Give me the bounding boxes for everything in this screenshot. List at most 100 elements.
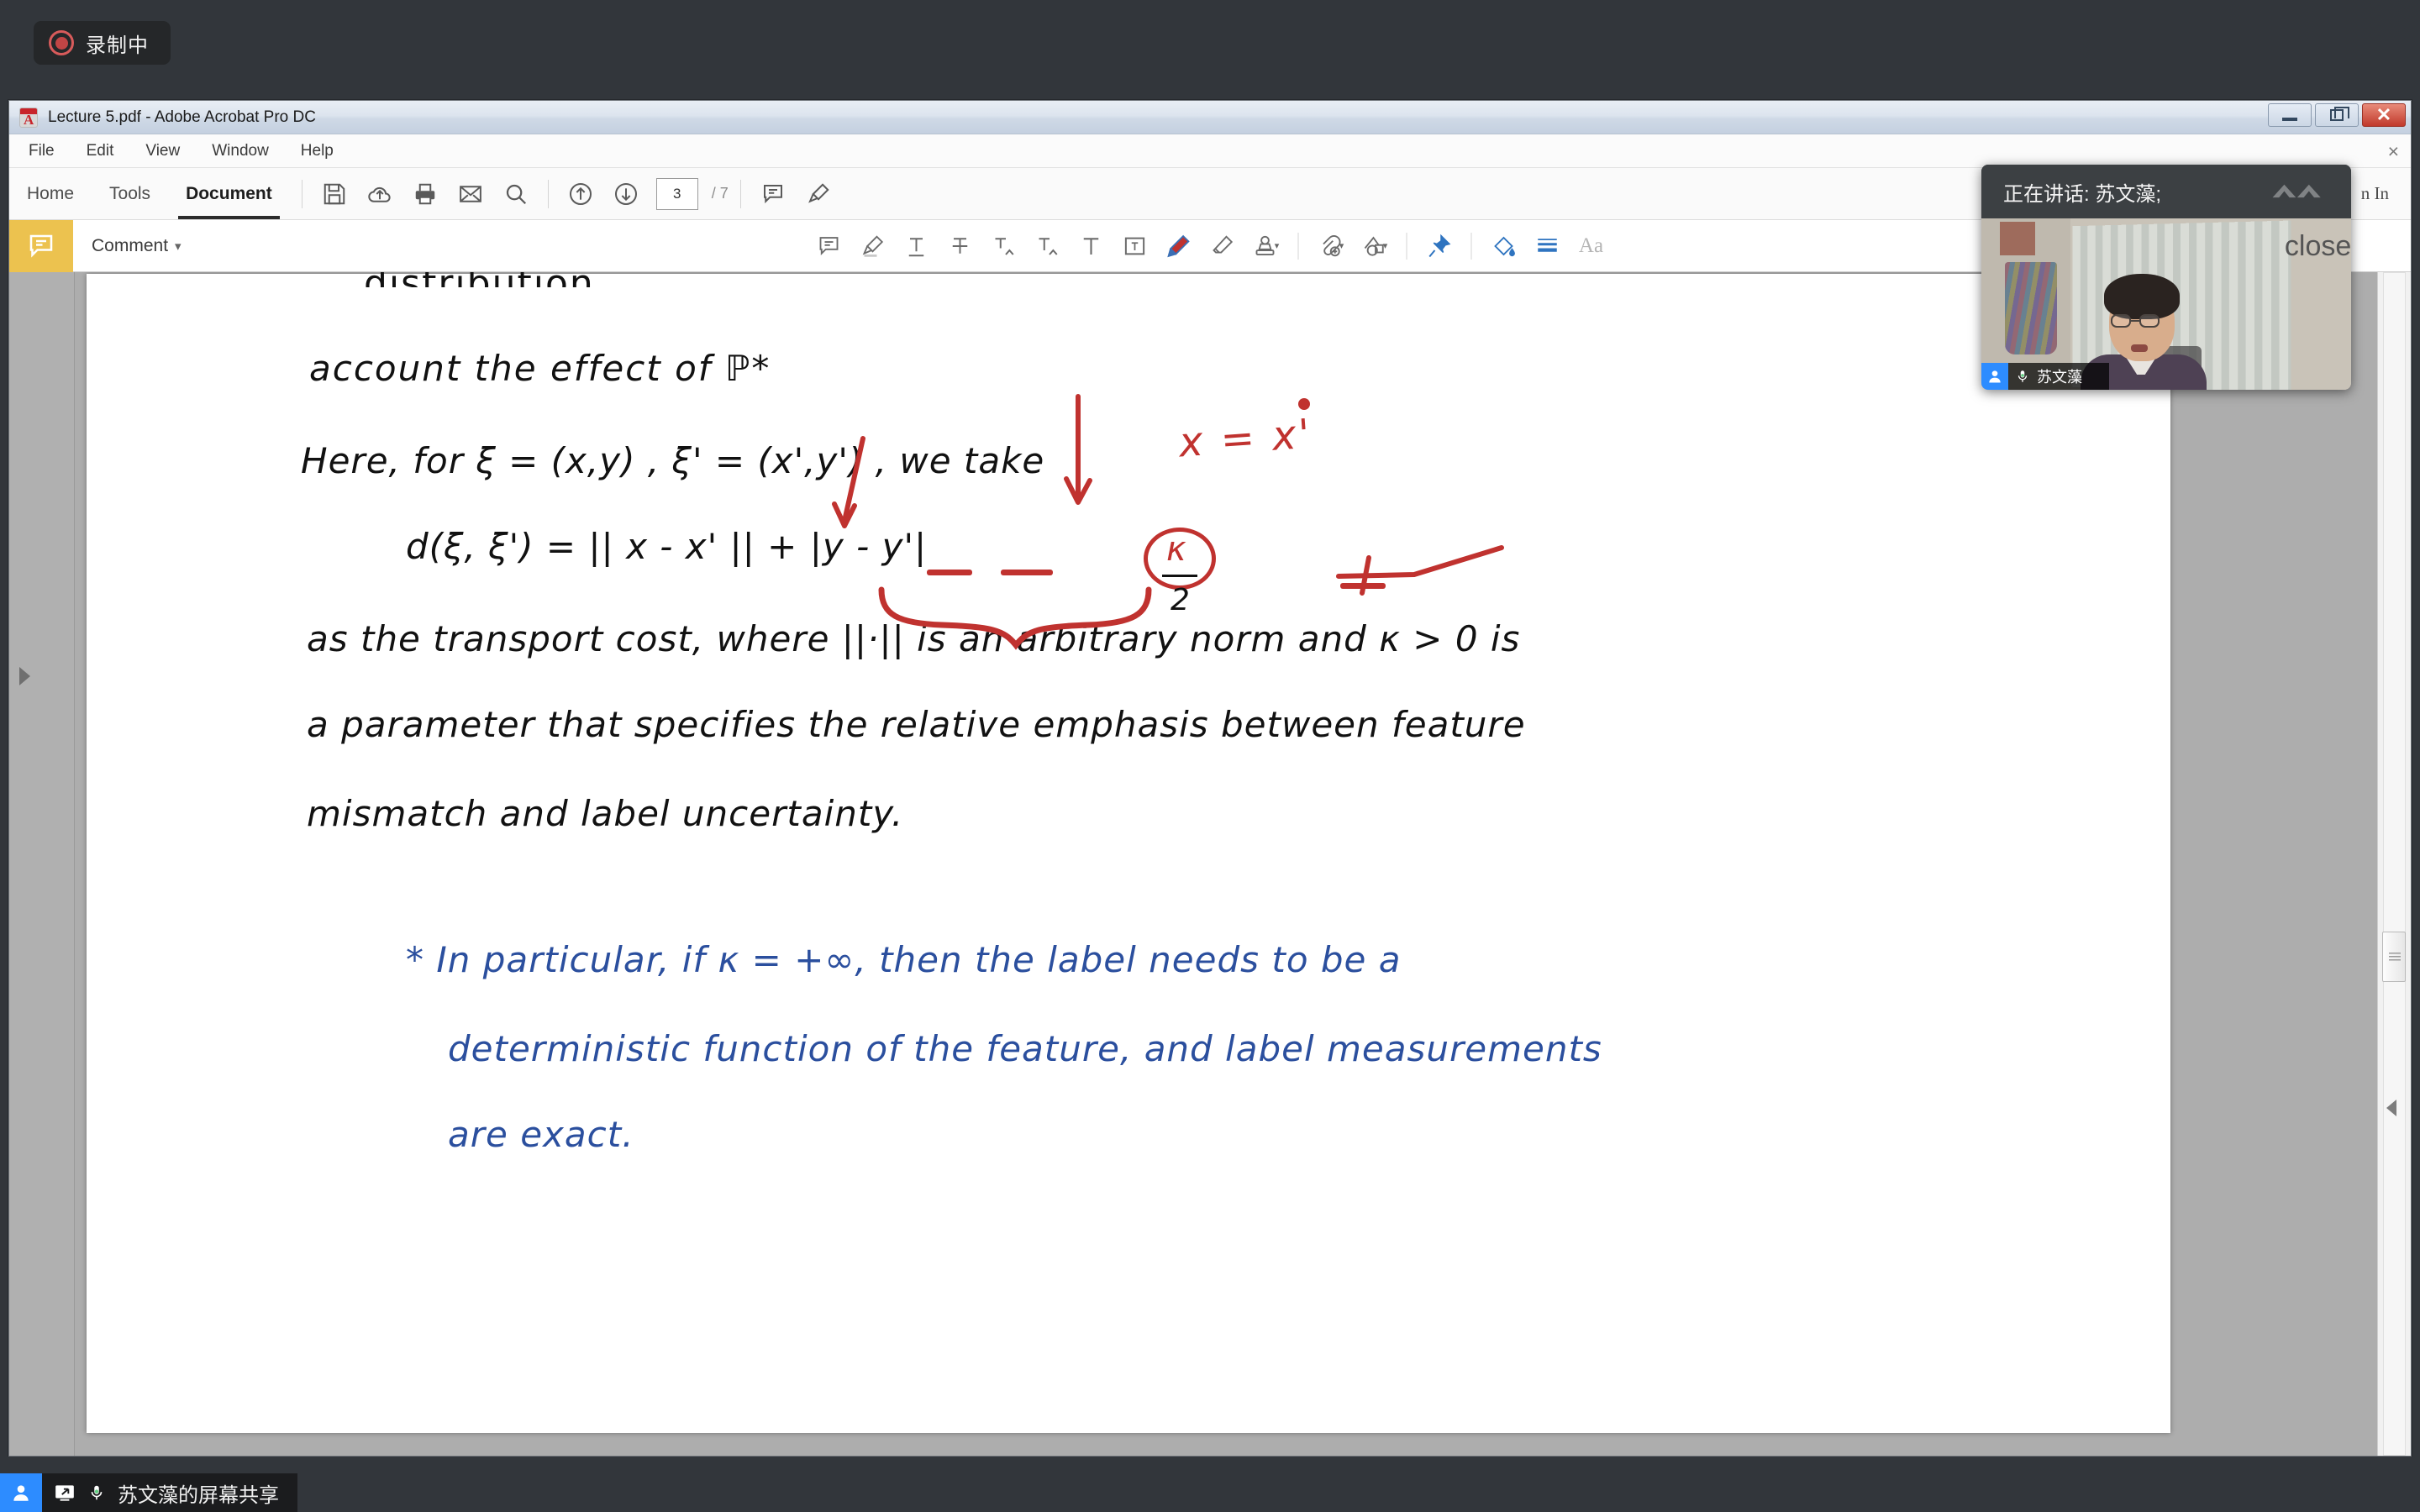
line-thickness-icon (1538, 238, 1557, 252)
search-button[interactable] (496, 175, 536, 213)
underline-text-tool[interactable] (897, 227, 937, 265)
highlight-shortcut-button[interactable] (798, 175, 839, 213)
minimize-button[interactable] (2268, 103, 2312, 127)
page-total-label: / 7 (711, 185, 729, 202)
hw-blue-line-2: deterministic function of the feature, a… (448, 1028, 1602, 1069)
annotate-shortcut-group (753, 175, 839, 213)
scrollbar-thumb[interactable] (2382, 932, 2406, 982)
hw-line-2: Here, for ξ = (x,y) , ξ' = (x',y') , we … (301, 440, 1045, 481)
minimize-icon (2282, 117, 2297, 121)
toolbar-divider-2 (547, 179, 549, 208)
shape-caret-icon[interactable]: ▾ (1383, 240, 1388, 251)
file-actions-group (314, 175, 536, 213)
sign-in-button[interactable]: n In (2361, 168, 2389, 219)
scrollbar-track[interactable] (2383, 272, 2406, 1456)
draw-pencil-icon (1167, 234, 1190, 257)
red-dash-2 (1001, 570, 1053, 575)
document-viewport: distribution account the effect of ℙ* He… (9, 272, 2411, 1456)
underline-text-icon (908, 237, 924, 256)
text-format-tool[interactable]: Aa (1571, 227, 1612, 265)
tab-document[interactable]: Document (168, 168, 290, 219)
upload-button[interactable] (360, 175, 400, 213)
line-thickness-tool[interactable] (1528, 227, 1568, 265)
tab-tools[interactable]: Tools (92, 168, 168, 219)
stamp-tool[interactable]: ▾ (1246, 227, 1286, 265)
tab-tools-label: Tools (109, 183, 151, 203)
stamp-caret-icon[interactable]: ▾ (1275, 240, 1280, 251)
replace-text-tool[interactable] (1028, 227, 1068, 265)
search-icon (506, 184, 526, 204)
upload-to-cloud-icon (368, 186, 391, 202)
hw-blue-line-3: are exact. (448, 1114, 634, 1155)
recording-indicator[interactable]: 录制中 (34, 21, 171, 65)
menu-bar: File Edit View Window Help × (9, 134, 2411, 168)
person-icon (0, 1473, 42, 1512)
sticky-note-tool[interactable] (809, 227, 850, 265)
screen-share-status-chip[interactable]: 苏文藻的屏幕共享 (0, 1473, 297, 1512)
vertical-scrollbar[interactable] (2377, 272, 2411, 1456)
collapse-panel-arrow-icon[interactable] (2386, 1100, 2396, 1116)
add-text-tool[interactable] (1071, 227, 1112, 265)
zoom-bottom-bar: 苏文藻的屏幕共享 (0, 1457, 2420, 1512)
close-video-icon[interactable]: close-icon (2285, 230, 2351, 263)
participant-name: 苏文藻 (2037, 369, 2082, 386)
menu-file[interactable]: File (24, 139, 59, 164)
close-button[interactable]: ✕ (2362, 103, 2406, 127)
menu-help[interactable]: Help (297, 139, 338, 164)
clipped-top-line: distribution (364, 272, 595, 287)
screen-root: 录制中 Lecture 5.pdf - Adobe Acrobat Pro DC… (0, 0, 2420, 1512)
expand-panel-arrow-icon[interactable] (19, 667, 30, 685)
strikethrough-text-tool[interactable] (940, 227, 981, 265)
text-box-icon (1124, 237, 1145, 255)
next-page-button[interactable] (606, 175, 646, 213)
fill-color-icon (1494, 236, 1515, 256)
restore-icon (2330, 107, 2349, 121)
zoom-video-thumbnail[interactable]: 正在讲话: 苏文藻; 苏文藻 close (1981, 165, 2351, 390)
text-box-tool[interactable] (1115, 227, 1155, 265)
window-titlebar[interactable]: Lecture 5.pdf - Adobe Acrobat Pro DC ✕ (9, 101, 2411, 134)
print-button[interactable] (405, 175, 445, 213)
add-shape-tool[interactable]: ▾ (1355, 227, 1395, 265)
menu-window[interactable]: Window (208, 139, 273, 164)
menu-edit[interactable]: Edit (82, 139, 118, 164)
email-button[interactable] (450, 175, 491, 213)
comment-mode-chip[interactable] (9, 219, 73, 272)
attach-caret-icon[interactable]: ▾ (1339, 240, 1344, 251)
comment-panel-label: Comment (92, 235, 169, 255)
page-number-value: 3 (673, 185, 681, 202)
menu-view[interactable]: View (141, 139, 184, 164)
print-icon (415, 183, 434, 204)
fraction-denominator: 2 (1171, 583, 1190, 617)
sign-in-label: n In (2360, 183, 2389, 203)
pin-tool[interactable] (1419, 227, 1460, 265)
page-number-input[interactable]: 3 (655, 177, 698, 210)
page-nav-group: 3 / 7 (560, 175, 729, 213)
fraction-bar (1162, 575, 1197, 577)
red-dash-1 (927, 570, 972, 575)
adobe-acrobat-icon (19, 107, 38, 128)
hw-blue-line-1: * In particular, if κ = +∞, then the lab… (406, 939, 1402, 980)
eraser-tool[interactable] (1202, 227, 1243, 265)
window-controls: ✕ (2268, 103, 2406, 127)
save-button[interactable] (314, 175, 355, 213)
close-icon: ✕ (2375, 104, 2392, 125)
save-icon (324, 183, 345, 204)
previous-page-button[interactable] (560, 175, 601, 213)
close-document-icon[interactable]: × (2388, 140, 2399, 163)
fill-color-tool[interactable] (1484, 227, 1524, 265)
insert-text-tool[interactable] (984, 227, 1024, 265)
draw-pencil-tool[interactable] (1159, 227, 1199, 265)
comment-bubble-icon (29, 234, 53, 258)
attach-file-tool[interactable]: ▾ (1311, 227, 1351, 265)
restore-button[interactable] (2315, 103, 2359, 127)
arrow-up-circle-icon (569, 182, 592, 205)
tab-home[interactable]: Home (9, 168, 92, 219)
comment-caret-icon[interactable]: ▾ (175, 239, 182, 254)
comment-shortcut-button[interactable] (753, 175, 793, 213)
red-kappa-symbol: κ (1166, 530, 1186, 569)
strikethrough-text-icon (952, 237, 968, 254)
navigation-rail[interactable] (9, 272, 75, 1456)
tab-document-label: Document (186, 183, 272, 203)
highlight-text-tool[interactable] (853, 227, 893, 265)
speaking-label: 正在讲话: 苏文藻; (2003, 182, 2162, 206)
